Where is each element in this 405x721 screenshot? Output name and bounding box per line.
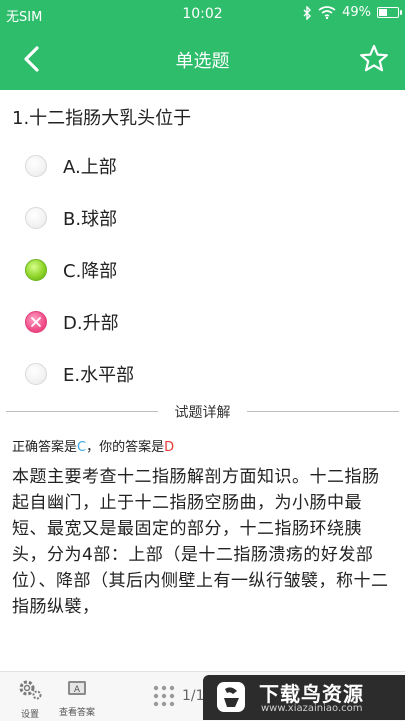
status-bar: 无SIM 10:02 49% xyxy=(0,0,405,28)
page-indicator: 1/1 xyxy=(182,688,205,704)
answer-card-icon: A xyxy=(68,681,86,695)
answer-summary: 正确答案是C，你的答案是D xyxy=(12,436,174,455)
option-label: A.上部 xyxy=(63,157,117,178)
option-d[interactable]: D.升部 xyxy=(0,296,405,348)
option-b[interactable]: B.球部 xyxy=(0,192,405,244)
wifi-icon xyxy=(318,6,336,19)
battery-percent: 49% xyxy=(342,5,371,20)
option-a[interactable]: A.上部 xyxy=(0,140,405,192)
radio-wrong-icon[interactable] xyxy=(25,311,47,333)
your-answer-prefix: ，你的答案是 xyxy=(86,440,165,455)
bird-logo-icon xyxy=(217,682,245,712)
settings-button[interactable]: 设置 xyxy=(5,678,55,720)
gear-icon xyxy=(19,680,42,700)
cross-icon xyxy=(31,317,41,327)
question-text: 1.十二指肠大乳头位于 xyxy=(12,108,192,129)
options-list: A.上部 B.球部 C.降部 D.升部 E.水平部 xyxy=(0,140,405,400)
watermark-url: www.xiazainiao.com xyxy=(261,703,363,714)
option-label: B.球部 xyxy=(63,209,118,230)
settings-label: 设置 xyxy=(20,710,39,720)
divider-line xyxy=(247,411,399,412)
watermark-logo: 下载鸟资源 www.xiazainiao.com xyxy=(203,675,405,720)
option-label: E.水平部 xyxy=(63,365,135,386)
view-answer-label: 查看答案 xyxy=(58,708,95,718)
page-title: 单选题 xyxy=(175,51,230,72)
option-e[interactable]: E.水平部 xyxy=(0,348,405,400)
section-divider: 试题详解 xyxy=(6,400,399,422)
bluetooth-icon xyxy=(303,5,312,20)
correct-answer-prefix: 正确答案是 xyxy=(12,440,78,455)
status-icons: 49% xyxy=(302,5,402,20)
app-header: 单选题 xyxy=(0,28,405,90)
your-answer-letter: D xyxy=(164,440,175,455)
battery-icon xyxy=(377,7,402,18)
option-label: C.降部 xyxy=(63,261,118,282)
correct-answer-letter: C xyxy=(77,440,87,455)
explanation-text: 本题主要考查十二指肠解剖方面知识。十二指肠起自幽门，止于十二指肠空肠曲，为小肠中… xyxy=(12,467,389,617)
radio-unselected-icon[interactable] xyxy=(25,207,47,229)
view-answer-button[interactable]: A 查看答案 xyxy=(52,678,102,718)
section-title: 试题详解 xyxy=(174,405,231,421)
radio-unselected-icon[interactable] xyxy=(25,363,47,385)
radio-unselected-icon[interactable] xyxy=(25,155,47,177)
grid-dots-icon[interactable] xyxy=(152,685,176,707)
radio-correct-icon[interactable] xyxy=(25,259,47,281)
star-outline-icon[interactable] xyxy=(357,42,391,76)
svg-text:A: A xyxy=(74,685,81,695)
option-label: D.升部 xyxy=(63,313,119,334)
option-c[interactable]: C.降部 xyxy=(0,244,405,296)
